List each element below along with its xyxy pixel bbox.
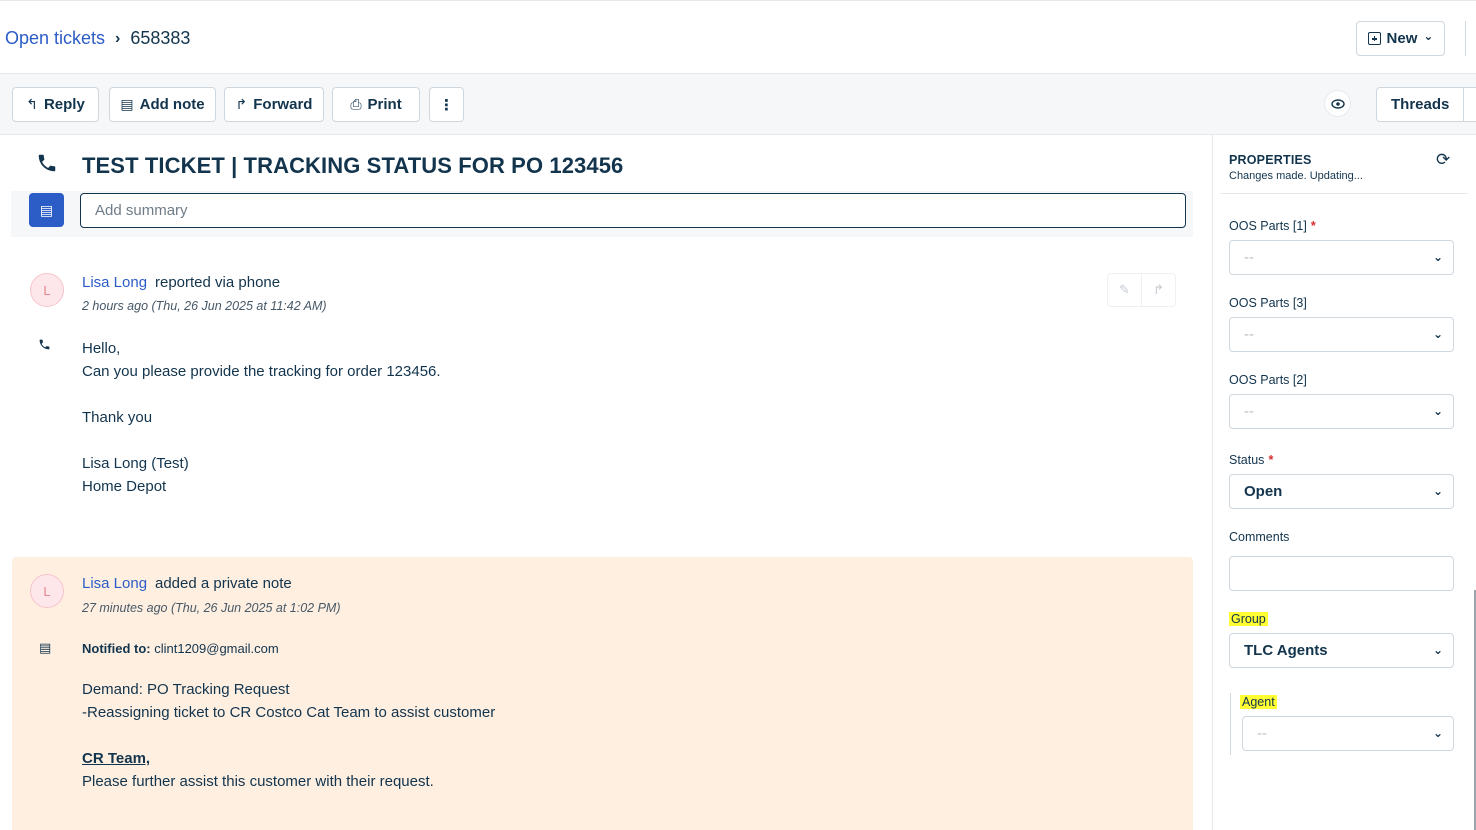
threads-split-divider <box>1463 88 1464 121</box>
print-label: Print <box>367 96 402 113</box>
oos-parts-3-select[interactable]: -- ⌄ <box>1229 317 1454 352</box>
ticket-id: 658383 <box>130 28 191 48</box>
more-actions-button[interactable]: ⋮ <box>429 87 464 122</box>
comments-input[interactable] <box>1229 556 1454 591</box>
oos-parts-2-select[interactable]: -- ⌄ <box>1229 394 1454 429</box>
chevron-down-icon: ⌄ <box>1432 327 1443 341</box>
note-doc-icon: ▤ <box>39 640 52 655</box>
properties-title: PROPERTIES <box>1229 153 1312 167</box>
breadcrumb-open-tickets-link[interactable]: Open tickets <box>5 28 105 49</box>
printer-icon: ⎙ <box>350 96 362 112</box>
forward-icon: ↱ <box>235 96 248 112</box>
summary-input[interactable]: Add summary <box>80 193 1186 228</box>
chevron-down-icon: ⌄ <box>1432 484 1443 498</box>
notified-label: Notified to: <box>82 641 151 656</box>
plus-square-icon <box>1367 32 1381 45</box>
message-line: Thank you <box>82 409 153 426</box>
field-label-status: Status * <box>1229 453 1273 467</box>
note-line: Demand: PO Tracking Request <box>82 681 290 698</box>
avatar: L <box>30 574 64 608</box>
agent-select[interactable]: -- ⌄ <box>1242 716 1454 751</box>
threads-button[interactable]: Threads <box>1376 87 1476 122</box>
message-timestamp: 27 minutes ago (Thu, 26 Jun 2025 at 1:02… <box>82 601 341 615</box>
chevron-down-icon: ⌄ <box>1432 643 1443 657</box>
author-name-link[interactable]: Lisa Long <box>82 274 147 291</box>
field-label-oos-parts-1: OOS Parts [1] * <box>1229 219 1316 233</box>
watch-eye-icon[interactable] <box>1324 90 1351 117</box>
add-note-button[interactable]: ▤ Add note <box>109 87 216 122</box>
field-label-group: Group <box>1229 612 1268 626</box>
message-line: Home Depot <box>82 478 167 495</box>
properties-status-msg: Changes made. Updating... <box>1229 170 1363 182</box>
breadcrumb: Open tickets › 658383 <box>5 28 190 49</box>
message-action-text: reported via phone <box>155 274 281 291</box>
field-label-text: OOS Parts [1] <box>1229 219 1307 233</box>
reply-label: Reply <box>43 96 85 113</box>
top-header: Open tickets › 658383 New ⌄ <box>0 0 1476 74</box>
notified-to: Notified to: clint1209@gmail.com <box>82 641 279 656</box>
select-value: -- <box>1244 403 1254 420</box>
message-actions: ✎ ↱ <box>1107 273 1176 307</box>
forward-label: Forward <box>253 96 313 113</box>
note-line: Please further assist this customer with… <box>82 773 434 790</box>
message-action-text: added a private note <box>155 575 292 592</box>
select-value: -- <box>1257 725 1267 742</box>
group-select[interactable]: TLC Agents ⌄ <box>1229 633 1454 668</box>
forward-arrow-icon[interactable]: ↱ <box>1141 274 1175 306</box>
new-button-label: New <box>1386 30 1418 47</box>
edit-pencil-icon[interactable]: ✎ <box>1108 274 1141 306</box>
status-select[interactable]: Open ⌄ <box>1229 474 1454 509</box>
note-line: -Reassigning ticket to CR Costco Cat Tea… <box>82 704 496 721</box>
field-label-agent: Agent <box>1240 695 1277 709</box>
select-value: Open <box>1244 483 1283 500</box>
properties-divider <box>1220 189 1468 194</box>
message-line: Can you please provide the tracking for … <box>82 363 441 380</box>
add-note-label: Add note <box>139 96 205 113</box>
refresh-icon[interactable]: ⟳ <box>1436 150 1450 170</box>
chevron-down-icon: ⌄ <box>1423 28 1434 43</box>
avatar: L <box>30 273 64 307</box>
field-label-comments: Comments <box>1229 530 1290 544</box>
author-name-link[interactable]: Lisa Long <box>82 575 147 592</box>
reply-icon: ↰ <box>26 96 38 112</box>
field-label-oos-parts-3: OOS Parts [3] <box>1229 296 1307 310</box>
breadcrumb-separator: › <box>115 29 121 47</box>
select-value: -- <box>1244 249 1254 266</box>
chevron-down-icon: ⌄ <box>1432 250 1443 264</box>
highlighted-label: Agent <box>1240 695 1277 709</box>
oos-parts-1-select[interactable]: -- ⌄ <box>1229 240 1454 275</box>
required-mark: * <box>1310 219 1316 233</box>
message-timestamp: 2 hours ago (Thu, 26 Jun 2025 at 11:42 A… <box>82 299 327 313</box>
note-line-heading: CR Team, <box>82 750 151 767</box>
summary-doc-icon: ▤ <box>29 193 64 227</box>
phone-icon <box>36 152 58 180</box>
field-label-text: Status <box>1229 453 1265 467</box>
message-line: Lisa Long (Test) <box>82 455 189 472</box>
print-button[interactable]: ⎙ Print <box>332 87 420 122</box>
select-value: TLC Agents <box>1244 642 1328 659</box>
reply-button[interactable]: ↰ Reply <box>12 87 99 122</box>
header-divider <box>1465 21 1466 56</box>
field-label-oos-parts-2: OOS Parts [2] <box>1229 373 1307 387</box>
forward-button[interactable]: ↱ Forward <box>224 87 324 122</box>
required-mark: * <box>1268 453 1274 467</box>
select-value: -- <box>1244 326 1254 343</box>
phone-small-icon <box>38 338 51 354</box>
highlighted-label: Group <box>1229 612 1268 626</box>
new-button[interactable]: New ⌄ <box>1356 21 1445 56</box>
note-icon: ▤ <box>120 96 134 112</box>
chevron-down-icon: ⌄ <box>1432 726 1443 740</box>
ticket-toolbar: ↰ Reply ▤ Add note ↱ Forward ⎙ Print ⋮ <box>0 74 1476 135</box>
threads-label: Threads <box>1391 96 1450 113</box>
message-line: Hello, <box>82 340 121 357</box>
notified-email: clint1209@gmail.com <box>154 641 279 656</box>
chevron-down-icon: ⌄ <box>1432 404 1443 418</box>
more-vertical-icon: ⋮ <box>439 96 454 114</box>
agent-field-indent <box>1230 693 1231 755</box>
ticket-subject: TEST TICKET | TRACKING STATUS FOR PO 123… <box>82 153 624 178</box>
